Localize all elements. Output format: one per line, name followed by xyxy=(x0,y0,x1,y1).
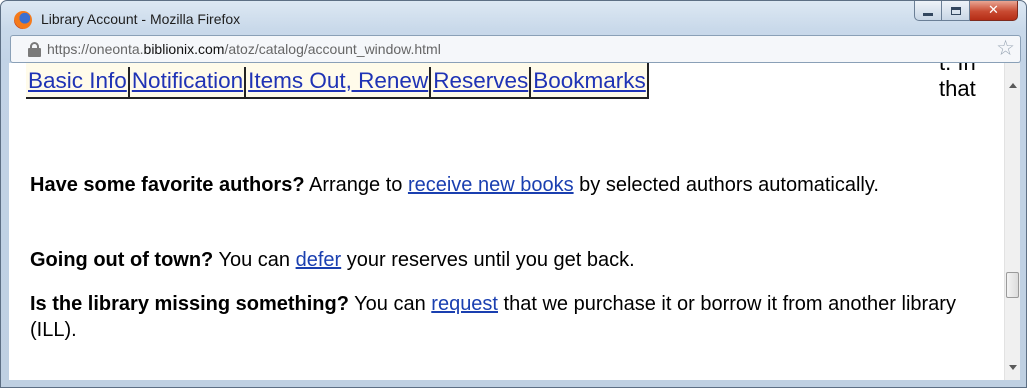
tab-notification[interactable]: Notification xyxy=(130,67,247,97)
paragraph-text: your reserves until you get back. xyxy=(341,249,635,271)
paragraph-text: Arrange to xyxy=(304,174,408,196)
request-link[interactable]: request xyxy=(431,293,498,315)
missing-something-paragraph: Is the library missing something? You ca… xyxy=(30,291,985,343)
paragraph-text: by selected authors automatically. xyxy=(573,174,879,196)
favorite-authors-paragraph: Have some favorite authors? Arrange to r… xyxy=(30,172,985,198)
caption-buttons: ✕ xyxy=(914,1,1018,23)
maximize-icon xyxy=(950,6,961,15)
defer-link[interactable]: defer xyxy=(296,249,342,271)
out-of-town-heading: Going out of town? xyxy=(30,249,214,271)
page-content-top: t. In that Basic Info Notification Items… xyxy=(9,63,1004,100)
minimize-icon xyxy=(923,13,933,16)
star-icon[interactable]: ☆ xyxy=(996,38,1015,59)
url-prefix: https://oneonta. xyxy=(47,41,144,57)
missing-something-heading: Is the library missing something? xyxy=(30,293,349,315)
out-of-town-paragraph: Going out of town? You can defer your re… xyxy=(30,247,985,273)
scroll-up-arrow-icon[interactable] xyxy=(1009,83,1017,88)
firefox-icon xyxy=(14,11,32,29)
tab-reserves[interactable]: Reserves xyxy=(431,67,532,97)
vertical-scrollbar[interactable] xyxy=(1004,100,1020,380)
scrollbar-thumb[interactable] xyxy=(1006,272,1019,298)
tab-items-out-renew[interactable]: Items Out, Renew xyxy=(246,67,432,97)
partial-text: t. In that xyxy=(939,63,976,100)
paragraph-text: You can xyxy=(348,293,432,315)
minimize-button[interactable] xyxy=(914,1,942,21)
tab-basic-info[interactable]: Basic Info xyxy=(26,67,130,97)
scrollbar-upper[interactable] xyxy=(1004,63,1020,100)
scroll-down-arrow-icon[interactable] xyxy=(1009,365,1017,370)
account-tabs: Basic Info Notification Items Out, Renew… xyxy=(26,63,649,99)
lock-icon[interactable] xyxy=(28,42,41,57)
url-domain: biblionix.com xyxy=(143,41,225,57)
url-bar[interactable]: https://oneonta.biblionix.com/atoz/catal… xyxy=(10,35,1021,63)
url-text[interactable]: https://oneonta.biblionix.com/atoz/catal… xyxy=(47,41,441,57)
title-bar[interactable]: Library Account - Mozilla Firefox ✕ xyxy=(1,1,1026,35)
url-path: /atoz/catalog/account_window.html xyxy=(224,41,441,57)
maximize-button[interactable] xyxy=(942,1,970,21)
window-title: Library Account - Mozilla Firefox xyxy=(41,11,241,27)
close-button[interactable]: ✕ xyxy=(970,1,1018,21)
close-icon: ✕ xyxy=(988,3,999,18)
tab-bookmarks[interactable]: Bookmarks xyxy=(531,67,647,97)
receive-new-books-link[interactable]: receive new books xyxy=(408,174,574,196)
paragraph-text: You can xyxy=(213,249,296,271)
favorite-authors-heading: Have some favorite authors? xyxy=(30,174,305,196)
